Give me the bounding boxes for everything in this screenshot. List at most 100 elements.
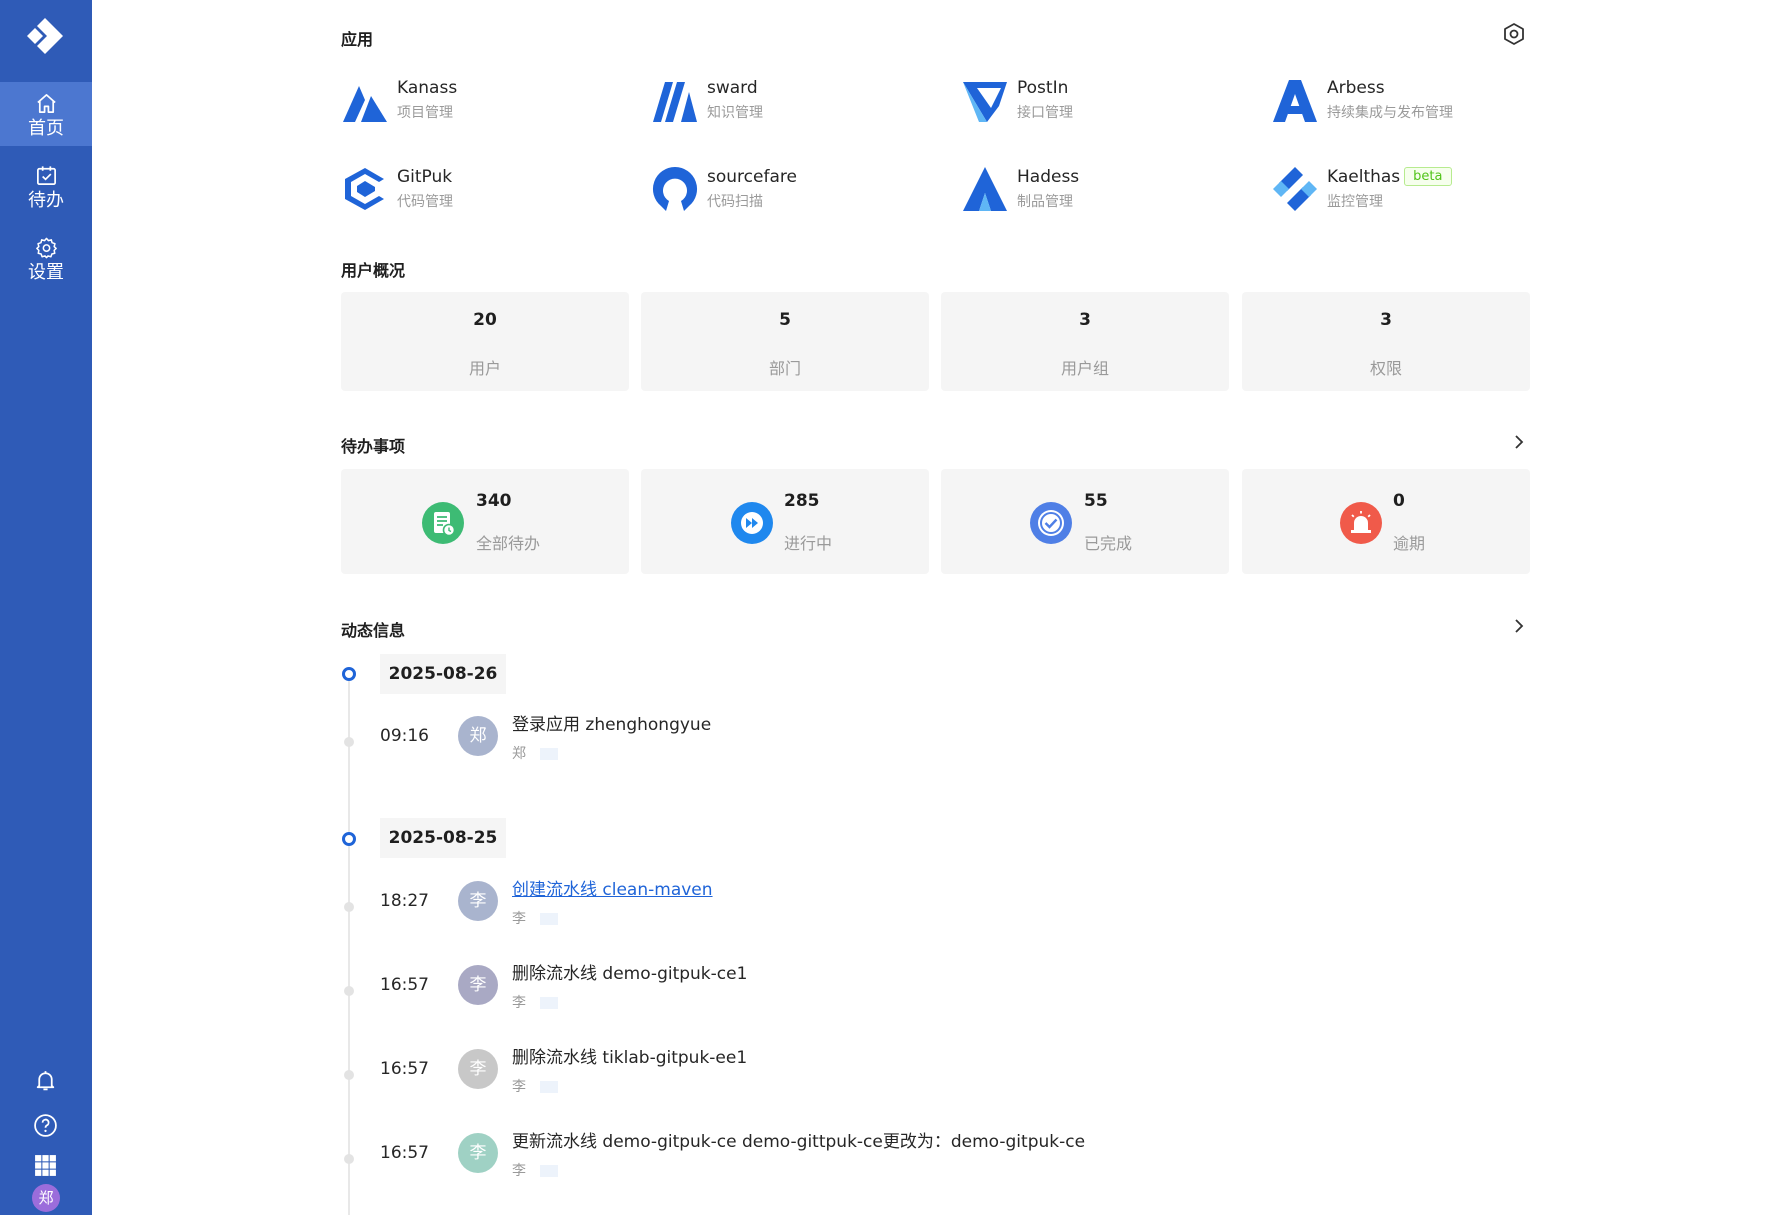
activity-avatar: 郑 <box>458 716 498 756</box>
activity-time: 09:16 <box>380 726 429 746</box>
timeline-date: 2025-08-25 <box>380 818 506 858</box>
todo-count: 285 <box>784 491 820 511</box>
activity-text: 删除流水线 demo-gitpuk-ce1 <box>512 964 748 984</box>
apps-grid-icon[interactable] <box>33 1153 58 1178</box>
todo-card-all[interactable]: 340 全部待办 <box>341 469 629 574</box>
app-kanass[interactable]: Kanass 项目管理 <box>341 70 631 130</box>
sidebar-item-label: 首页 <box>28 118 64 139</box>
stat-label: 用户 <box>468 359 501 378</box>
timeline-dot <box>344 1154 354 1164</box>
sidebar-item-settings[interactable]: 设置 <box>0 226 92 290</box>
activity-avatar: 李 <box>458 1049 498 1089</box>
stat-value: 20 <box>473 310 497 330</box>
alarm-icon <box>1340 502 1382 544</box>
app-hadess[interactable]: Hadess 制品管理 <box>961 159 1251 219</box>
app-description: 项目管理 <box>397 105 453 121</box>
activity-text: 更新流水线 demo-gitpuk-ce demo-gittpuk-ce更改为：… <box>512 1132 1086 1152</box>
app-sward[interactable]: sward 知识管理 <box>651 70 941 130</box>
users-section-title: 用户概况 <box>341 261 406 280</box>
calendar-check-icon <box>37 166 56 185</box>
stat-value: 3 <box>1380 310 1392 330</box>
stat-label: 用户组 <box>1060 359 1109 378</box>
app-name: GitPuk <box>397 167 453 187</box>
activity-user: 李 <box>512 1076 558 1096</box>
postin-logo-icon <box>963 82 1007 122</box>
activity-user-name: 李 <box>512 1079 526 1095</box>
activity-user: 李 <box>512 992 558 1012</box>
sidebar-item-label: 设置 <box>28 262 64 283</box>
stat-card-users[interactable]: 20 用户 <box>341 292 629 391</box>
timeline-date-marker <box>342 667 356 681</box>
app-gitpuk[interactable]: GitPuk 代码管理 <box>341 159 631 219</box>
todo-label: 逾期 <box>1393 534 1426 553</box>
app-postin[interactable]: PostIn 接口管理 <box>961 70 1251 130</box>
app-name: PostIn <box>1017 78 1069 98</box>
stat-value: 5 <box>779 310 791 330</box>
activity-text: 登录应用 zhenghongyue <box>512 715 712 735</box>
activity-user-name: 李 <box>512 911 526 927</box>
redacted-name <box>540 913 558 925</box>
todo-card-overdue[interactable]: 0 逾期 <box>1242 469 1530 574</box>
arbess-logo-icon <box>1273 80 1317 122</box>
chevron-right-icon[interactable] <box>1509 432 1529 452</box>
bell-icon[interactable] <box>33 1068 58 1093</box>
app-description: 代码管理 <box>397 194 453 210</box>
stat-card-departments[interactable]: 5 部门 <box>641 292 929 391</box>
todo-count: 55 <box>1084 491 1108 511</box>
gear-icon <box>36 237 57 259</box>
todo-count: 340 <box>476 491 512 511</box>
app-arbess[interactable]: Arbess 持续集成与发布管理 <box>1271 70 1561 130</box>
activity-user: 李 <box>512 908 558 928</box>
timeline-line <box>348 678 350 1215</box>
hadess-logo-icon <box>963 167 1007 211</box>
sourcefare-logo-icon <box>652 166 698 211</box>
app-name: sward <box>707 78 758 98</box>
todos-section-title: 待办事项 <box>341 437 406 456</box>
activity-avatar: 李 <box>458 881 498 921</box>
help-icon[interactable] <box>33 1113 58 1138</box>
stat-value: 3 <box>1079 310 1091 330</box>
app-name: sourcefare <box>707 167 797 187</box>
timeline-dot <box>344 986 354 996</box>
sidebar-item-todo[interactable]: 待办 <box>0 154 92 218</box>
chevron-right-icon[interactable] <box>1509 616 1529 636</box>
stat-card-user-groups[interactable]: 3 用户组 <box>941 292 1229 391</box>
stat-label: 权限 <box>1369 359 1402 378</box>
activity-user-name: 李 <box>512 1163 526 1179</box>
home-icon <box>37 94 56 113</box>
check-circle-icon <box>1030 502 1072 544</box>
activity-avatar: 李 <box>458 1133 498 1173</box>
app-description: 持续集成与发布管理 <box>1327 105 1453 121</box>
apps-section-title: 应用 <box>341 30 374 49</box>
app-kaelthas[interactable]: Kaelthas beta 监控管理 <box>1271 159 1561 219</box>
timeline-date-marker <box>342 832 356 846</box>
app-description: 知识管理 <box>707 105 763 121</box>
activity-time: 16:57 <box>380 1059 429 1079</box>
app-description: 监控管理 <box>1327 194 1383 210</box>
todo-card-done[interactable]: 55 已完成 <box>941 469 1229 574</box>
activity-section-title: 动态信息 <box>341 621 406 640</box>
todo-card-in-progress[interactable]: 285 进行中 <box>641 469 929 574</box>
activity-time: 16:57 <box>380 975 429 995</box>
todo-list-icon <box>422 502 464 544</box>
sward-logo-icon <box>653 82 697 122</box>
app-description: 接口管理 <box>1017 105 1073 121</box>
app-sourcefare[interactable]: sourcefare 代码扫描 <box>651 159 941 219</box>
activity-avatar: 李 <box>458 965 498 1005</box>
redacted-name <box>540 1165 558 1177</box>
app-name: Hadess <box>1017 167 1080 187</box>
sidebar-item-home[interactable]: 首页 <box>0 82 92 146</box>
user-avatar[interactable]: 郑 <box>32 1184 60 1212</box>
app-name: Arbess <box>1327 78 1385 98</box>
redacted-name <box>540 1081 558 1093</box>
kanass-logo-icon <box>343 86 387 122</box>
gitpuk-logo-icon <box>345 168 384 210</box>
stat-card-permissions[interactable]: 3 权限 <box>1242 292 1530 391</box>
timeline-dot <box>344 902 354 912</box>
product-logo-icon[interactable] <box>25 16 65 56</box>
sidebar: 首页 待办 设置 郑 <box>0 0 92 1215</box>
activity-time: 18:27 <box>380 891 429 911</box>
app-name-text: Kaelthas <box>1327 167 1401 187</box>
hexagon-settings-icon[interactable] <box>1502 22 1526 46</box>
activity-link[interactable]: 创建流水线 clean-maven <box>512 875 713 900</box>
